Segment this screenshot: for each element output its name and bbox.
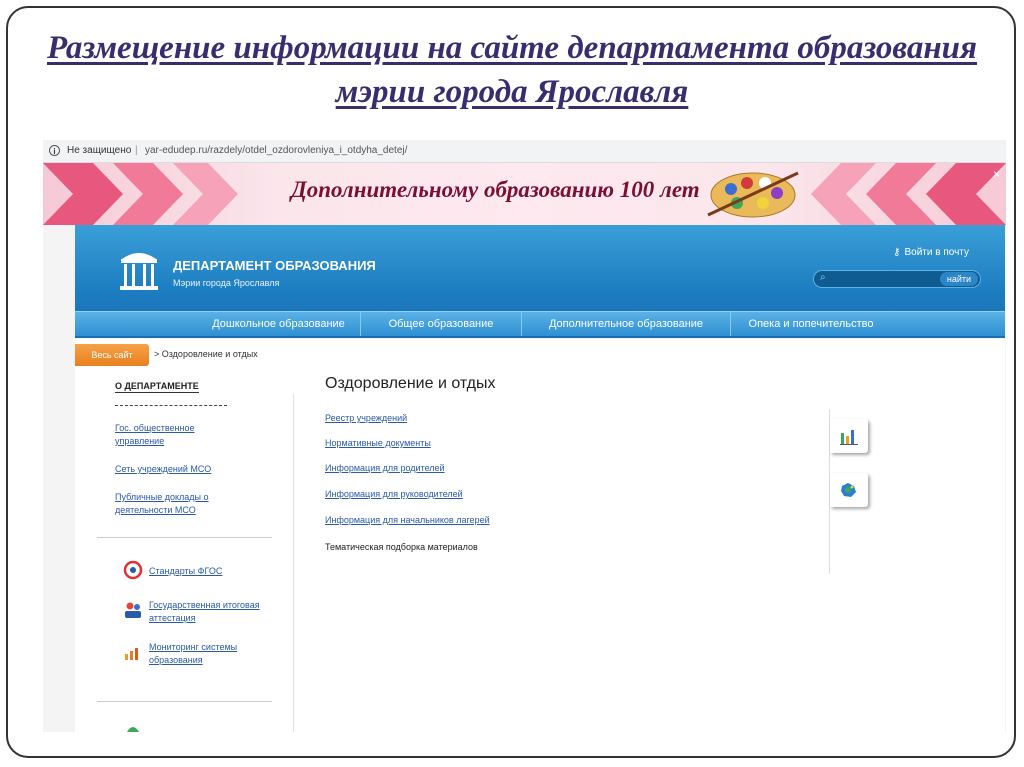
search-box: ⌕ найти (813, 270, 981, 288)
main-nav: Дошкольное образование Общее образование… (75, 311, 1005, 336)
search-icon: ⌕ (820, 272, 826, 283)
link-parents-info[interactable]: Информация для родителей (325, 463, 445, 473)
right-chevrons-decoration (811, 163, 1006, 225)
monitoring-chart-icon (125, 648, 138, 660)
separator: | (135, 145, 138, 156)
sidebar-link-public-governance[interactable]: Гос. общественное управление (115, 422, 245, 448)
sidebar-separator (97, 701, 272, 702)
sidebar-separator (97, 537, 272, 538)
sidebar-border (293, 394, 294, 732)
thematic-materials-text: Тематическая подборка материалов (325, 542, 478, 552)
banner-text: Дополнительному образованию 100 лет (291, 177, 700, 202)
info-icon: i (49, 145, 60, 156)
link-registry[interactable]: Реестр учреждений (325, 413, 407, 423)
website-screenshot: i Не защищено | yar-edudep.ru/razdely/ot… (43, 140, 1006, 732)
nav-item-preschool[interactable]: Дошкольное образование (197, 312, 361, 336)
page-title: Оздоровление и отдых (325, 375, 496, 392)
address-bar[interactable]: i Не защищено | yar-edudep.ru/razdely/ot… (43, 140, 1006, 163)
puzzle-icon (841, 483, 856, 497)
search-input[interactable] (834, 273, 938, 287)
url-text[interactable]: yar-edudep.ru/razdely/otdel_ozdorovleniy… (145, 140, 407, 162)
content-page: Весь сайт > Оздоровление и отдых О ДЕПАР… (75, 339, 1005, 732)
sidebar-link-public-reports[interactable]: Публичные доклады о деятельности МСО (115, 491, 245, 517)
partial-green-icon (127, 727, 139, 732)
nav-item-additional[interactable]: Дополнительное образование (522, 312, 731, 336)
link-camp-heads-info[interactable]: Информация для начальников лагерей (325, 515, 490, 525)
slide-title: Размещение информации на сайте департаме… (46, 30, 978, 110)
link-managers-info[interactable]: Информация для руководителей (325, 489, 463, 499)
sidebar-link-fgos[interactable]: Стандарты ФГОС (149, 565, 279, 578)
paint-palette-icon (707, 171, 799, 218)
breadcrumb-home-button[interactable]: Весь сайт (75, 344, 149, 366)
anniversary-banner[interactable]: Дополнительному образованию 100 лет × (43, 163, 1006, 225)
final-attestation-icon (125, 602, 141, 618)
mail-login-link[interactable]: ⚷ Войти в почту (893, 247, 969, 258)
breadcrumb-current: > Оздоровление и отдых (154, 349, 258, 359)
puzzle-button[interactable] (830, 473, 868, 507)
sidebar-heading[interactable]: О ДЕПАРТАМЕНТЕ (115, 381, 199, 393)
department-name[interactable]: ДЕПАРТАМЕНТ ОБРАЗОВАНИЯ (173, 258, 376, 273)
bar-chart-icon (840, 430, 858, 445)
left-chevrons-decoration (43, 163, 238, 225)
sidebar-link-monitoring[interactable]: Мониторинг системы образования (149, 641, 279, 667)
sidebar-divider (115, 405, 227, 406)
link-normative-docs[interactable]: Нормативные документы (325, 438, 431, 448)
key-icon: ⚷ (893, 247, 901, 258)
sidebar-link-attestation[interactable]: Государственная итоговая аттестация (149, 599, 279, 625)
fgos-standards-icon (123, 560, 143, 580)
sidebar-link-institutions[interactable]: Сеть учреждений МСО (115, 463, 245, 476)
login-label: Войти в почту (904, 247, 969, 258)
stats-button[interactable] (830, 419, 868, 453)
site-header: ДЕПАРТАМЕНТ ОБРАЗОВАНИЯ Мэрии города Яро… (75, 225, 1005, 338)
nav-item-general[interactable]: Общее образование (361, 312, 522, 336)
department-subtitle: Мэрии города Ярославля (173, 278, 280, 288)
nav-item-guardianship[interactable]: Опека и попечительство (731, 312, 891, 336)
rotunda-logo-icon[interactable] (119, 247, 159, 291)
search-button[interactable]: найти (939, 272, 978, 286)
banner-close-icon[interactable]: × (993, 167, 1000, 181)
security-label: Не защищено (67, 145, 132, 156)
